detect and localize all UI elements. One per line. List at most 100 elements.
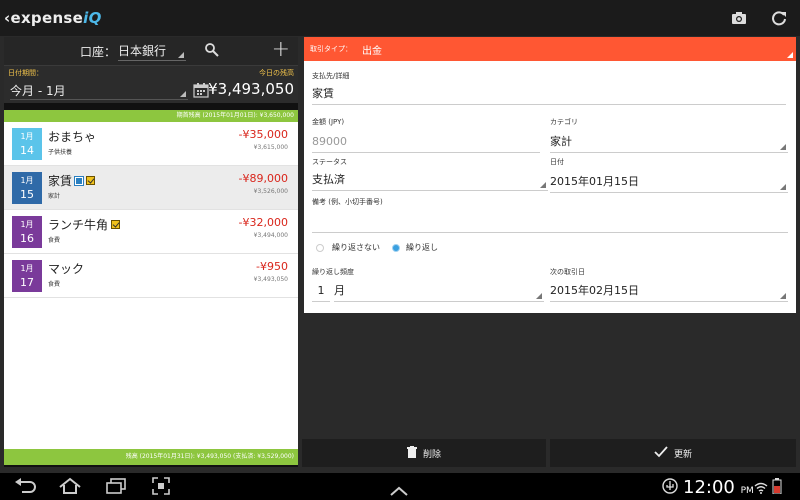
date-month: 1月 [20, 176, 34, 185]
frequency-unit: 月 [334, 284, 345, 297]
memo-input[interactable] [312, 213, 788, 233]
payee-value: 家賃 [312, 87, 334, 100]
date-month: 1月 [20, 220, 34, 229]
dropdown-triangle-icon [536, 293, 542, 299]
transaction-row[interactable]: 1月 14 おまちゃ 子供扶養 -¥35,000 ¥3,615,000 [4, 122, 298, 166]
transaction-list: 期首残高 (2015年01月01日): ¥3,650,000 1月 14 おまちゃ子… [4, 110, 298, 449]
date-day: 16 [20, 232, 34, 245]
frequency-label: 繰り返し頻度 [312, 268, 354, 276]
payee-input[interactable]: 家賃 [312, 85, 786, 105]
transaction-edit-form: 取引タイプ： 出金 支払先/詳細 家賃 金額 (JPY) 89000 カテゴリ … [304, 37, 796, 313]
next-date-picker[interactable]: 2015年02月15日 [550, 282, 788, 302]
amount-input[interactable]: 89000 [312, 133, 540, 153]
transaction-row[interactable]: 1月 17 マック 食費 -¥950 ¥3,493,050 [4, 254, 298, 298]
paid-check-icon [86, 176, 96, 185]
app-logo[interactable]: ‹expense iQ [0, 9, 102, 27]
status-dropdown[interactable]: 支払済 [312, 171, 548, 191]
screenshot-icon[interactable] [152, 477, 170, 499]
transaction-name: ランチ牛角 [48, 216, 121, 233]
transaction-amount: -¥32,000 [238, 216, 288, 229]
running-balance: ¥3,494,000 [253, 232, 288, 239]
transaction-category: 食費 [48, 281, 61, 288]
recent-apps-icon[interactable] [106, 478, 126, 498]
app-root: ‹expense iQ 口座： 日本銀行 + 日付期間： 今月 - 1月 今日の… [0, 0, 800, 500]
usb-debug-icon [662, 478, 678, 498]
today-balance-value: ¥3,493,050 [208, 80, 294, 98]
frequency-unit-dropdown[interactable]: 月 [334, 282, 544, 302]
system-navigation-bar: 12:00 PM [0, 473, 800, 500]
period-selector-bar: 日付期間： 今月 - 1月 今日の残高 ¥3,493,050 [4, 65, 298, 103]
action-bar: ‹expense iQ [0, 0, 800, 36]
dropdown-triangle-icon [180, 91, 186, 97]
date-picker[interactable]: 2015年01月15日 [550, 173, 788, 193]
logo-suffix: iQ [83, 9, 102, 27]
search-icon[interactable] [204, 42, 220, 61]
transaction-row[interactable]: 1月 16 ランチ牛角食費 -¥32,000 ¥3,494,000 [4, 210, 298, 254]
account-bank-name: 日本銀行 [118, 43, 167, 58]
transaction-name: マック [48, 260, 84, 277]
clock-ampm: PM [740, 486, 754, 496]
amount-label: 金額 (JPY) [312, 118, 345, 126]
transaction-name-text: 家賃 [48, 174, 73, 188]
category-label: カテゴリ [550, 118, 578, 126]
repeat-off-radio[interactable] [316, 244, 324, 252]
transaction-name-text: マック [48, 262, 85, 276]
memo-label: 備考 (例、小切手番号) [312, 198, 383, 206]
calendar-icon[interactable] [193, 82, 209, 102]
frequency-number: 1 [317, 284, 325, 297]
update-button[interactable]: 更新 [550, 439, 796, 467]
dropdown-triangle-icon [780, 293, 786, 299]
refresh-icon[interactable] [770, 9, 788, 27]
repeat-on-radio[interactable] [392, 244, 400, 252]
date-day: 14 [20, 144, 34, 157]
date-badge: 1月 17 [12, 260, 42, 292]
date-value: 2015年01月15日 [550, 175, 639, 188]
delete-button[interactable]: 削除 [302, 439, 546, 467]
date-month: 1月 [20, 132, 34, 141]
trash-icon [406, 445, 417, 461]
transaction-category: 食費 [48, 237, 61, 244]
type-label: 取引タイプ： [310, 45, 352, 53]
amount-value: 89000 [312, 135, 347, 148]
transaction-name: 家賃 [48, 172, 96, 189]
date-badge: 1月 14 [12, 128, 42, 160]
date-month: 1月 [20, 264, 34, 273]
camera-icon[interactable] [730, 9, 748, 27]
date-day: 17 [20, 276, 34, 289]
transaction-amount: -¥35,000 [238, 128, 288, 141]
transaction-type-selector[interactable]: 取引タイプ： 出金 [304, 37, 796, 61]
transaction-name-text: ランチ牛角 [48, 218, 109, 232]
dropdown-triangle-icon [780, 144, 786, 150]
account-selector[interactable]: 日本銀行 [118, 42, 187, 61]
period-dropdown[interactable]: 今月 - 1月 [10, 82, 188, 100]
transaction-name: おまちゃ [48, 128, 96, 145]
account-label: 口座： [80, 44, 117, 59]
opening-balance: 期首残高 (2015年01月01日): ¥3,650,000 [4, 110, 298, 122]
running-balance: ¥3,615,000 [253, 144, 288, 151]
repeat-on-label: 繰り返し [406, 243, 438, 252]
frequency-number-input[interactable]: 1 [312, 282, 330, 302]
chevron-up-icon[interactable] [389, 481, 409, 500]
battery-icon [772, 478, 782, 498]
add-transaction-button[interactable]: + [272, 39, 290, 61]
back-icon[interactable] [14, 478, 36, 498]
transaction-name-text: おまちゃ [48, 130, 97, 144]
type-value: 出金 [362, 45, 382, 57]
clock-time: 12:00 [683, 477, 735, 498]
category-value: 家計 [550, 135, 572, 148]
action-bar-actions [730, 9, 800, 27]
date-label: 日付 [550, 158, 564, 166]
date-badge: 1月 15 [12, 172, 42, 204]
transaction-amount: -¥89,000 [238, 172, 288, 185]
repeat-off-label: 繰り返さない [332, 243, 380, 252]
account-bar: 口座： 日本銀行 + [4, 37, 298, 65]
wifi-icon [754, 479, 768, 498]
paid-check-icon [111, 220, 121, 229]
category-dropdown[interactable]: 家計 [550, 133, 788, 153]
transaction-row[interactable]: 1月 15 家賃 家計 -¥89,000 ¥3,526,000 [4, 166, 298, 210]
closing-balance: 残高 (2015年01月31日): ¥3,493,050 (支払済: ¥3,52… [4, 449, 298, 465]
dropdown-triangle-icon [540, 182, 546, 188]
transaction-list-pane: 口座： 日本銀行 + 日付期間： 今月 - 1月 今日の残高 ¥3,493,05… [4, 37, 298, 467]
transaction-category: 家計 [48, 193, 61, 200]
home-icon[interactable] [58, 477, 82, 499]
